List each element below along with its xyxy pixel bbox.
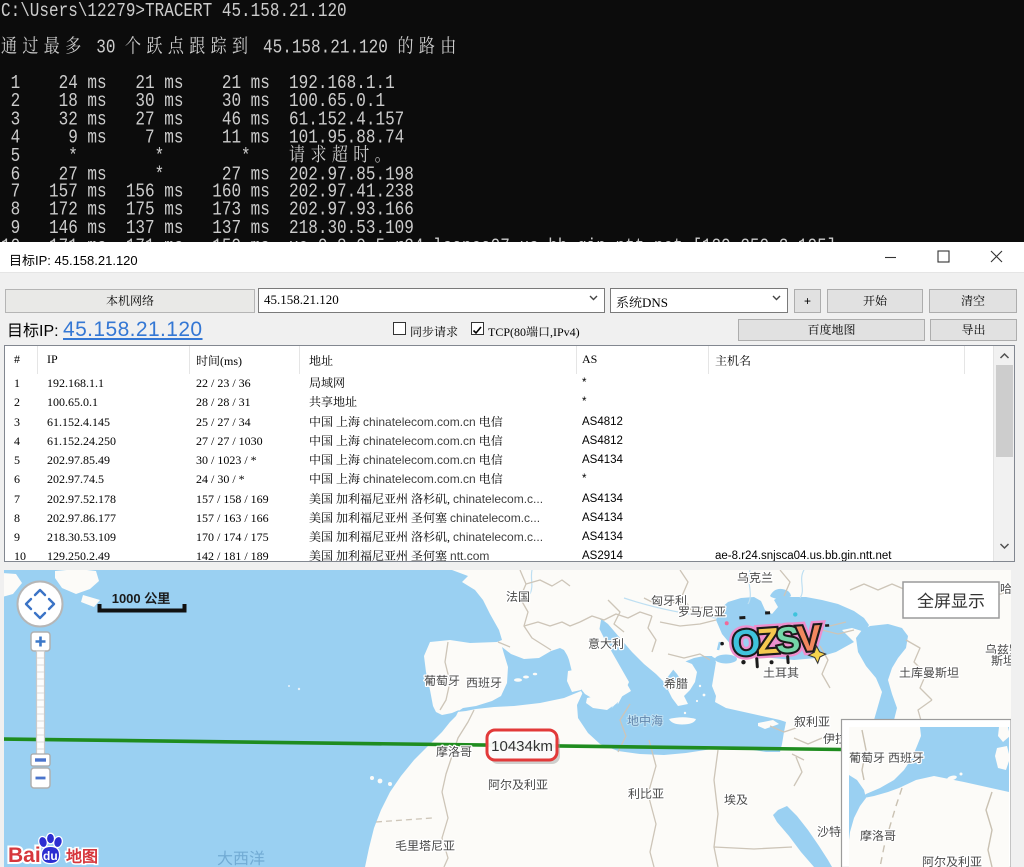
svg-text:摩洛哥: 摩洛哥	[436, 745, 472, 759]
svg-text:土库曼斯坦: 土库曼斯坦	[899, 666, 959, 680]
svg-text:葡萄牙: 葡萄牙	[424, 674, 460, 688]
svg-text:Bai: Bai	[8, 844, 41, 867]
svg-text:土耳其: 土耳其	[763, 666, 799, 680]
svg-text:毛里塔尼亚: 毛里塔尼亚	[395, 839, 455, 853]
svg-text:希腊: 希腊	[664, 677, 688, 691]
svg-text:利比亚: 利比亚	[628, 787, 664, 801]
svg-text:du: du	[43, 849, 58, 863]
svg-text:乌克兰: 乌克兰	[737, 571, 773, 585]
svg-text:法国: 法国	[506, 590, 530, 604]
svg-text:斯坦: 斯坦	[991, 654, 1011, 668]
svg-text:埃及: 埃及	[724, 793, 748, 807]
svg-text:罗马尼亚: 罗马尼亚	[678, 605, 726, 619]
svg-text:地中海: 地中海	[627, 714, 663, 728]
svg-text:全屏显示: 全屏显示	[917, 592, 985, 611]
svg-text:西班牙: 西班牙	[466, 676, 502, 690]
svg-text:西班牙: 西班牙	[888, 751, 924, 765]
svg-text:大西洋: 大西洋	[217, 850, 265, 867]
svg-text:1000 公里: 1000 公里	[112, 591, 171, 606]
svg-text:葡萄牙: 葡萄牙	[849, 751, 885, 765]
svg-text:阿尔及利亚: 阿尔及利亚	[922, 855, 982, 867]
svg-text:意大利: 意大利	[588, 637, 624, 651]
svg-text:阿尔及利亚: 阿尔及利亚	[488, 778, 548, 792]
svg-text:哈萨: 哈萨	[1000, 582, 1011, 596]
svg-text:摩洛哥: 摩洛哥	[860, 829, 896, 843]
svg-text:地图: 地图	[66, 848, 98, 866]
svg-text:10434km: 10434km	[491, 738, 553, 755]
svg-text:OZSV: OZSV	[731, 617, 823, 664]
svg-text:叙利亚: 叙利亚	[794, 715, 830, 729]
